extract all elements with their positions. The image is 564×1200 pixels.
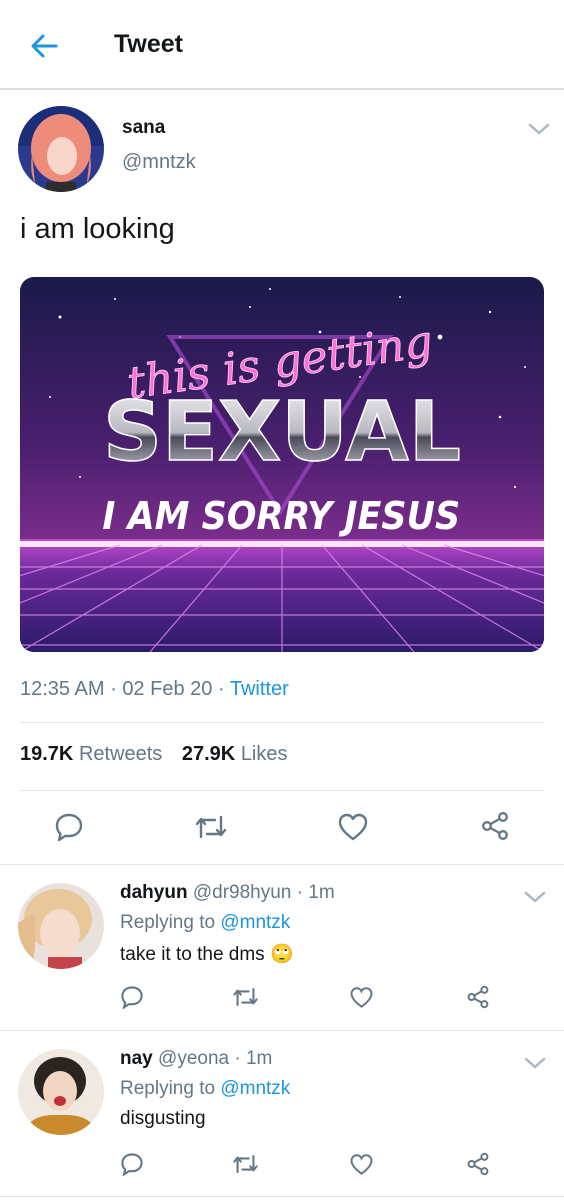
like-icon[interactable] (349, 986, 374, 1009)
reply-time: 1m (245, 1048, 273, 1069)
replying-to-handle[interactable]: @mntzk (220, 912, 290, 933)
reply-icon[interactable] (54, 812, 84, 842)
reply-author-handle[interactable]: @dr98hyun (193, 882, 292, 903)
replying-label: Replying to (120, 912, 216, 933)
reply-time: 1m (308, 882, 335, 903)
retweet-icon[interactable] (232, 985, 259, 1009)
likes-label: Likes (240, 743, 288, 765)
replying-to: Replying to @mntzk (120, 1078, 290, 1100)
retweet-icon[interactable] (232, 1152, 259, 1176)
reply-header: dahyun @dr98hyun · 1m (120, 882, 335, 904)
chevron-down-icon[interactable] (524, 1056, 546, 1070)
tweet-date: 02 Feb 20 (122, 678, 213, 700)
chevron-down-icon[interactable] (524, 890, 546, 904)
like-icon[interactable] (337, 812, 369, 842)
tweet-stats: 19.7K Retweets 27.9K Likes (20, 743, 288, 766)
divider (0, 864, 564, 865)
tweet-timestamp: 12:35 AM · 02 Feb 20 · Twitter (20, 678, 289, 701)
image-line2: SEXUAL (103, 385, 461, 480)
retweets-count: 19.7K (20, 743, 74, 765)
author-handle[interactable]: @mntzk (122, 151, 196, 174)
reply-avatar[interactable] (18, 1049, 104, 1135)
reply-avatar[interactable] (18, 883, 104, 969)
replying-label: Replying to (120, 1078, 216, 1099)
reply-header: nay @yeona · 1m (120, 1048, 272, 1070)
reply-icon[interactable] (120, 985, 144, 1009)
retweets-stat[interactable]: 19.7K Retweets (20, 743, 162, 765)
reply-author-name[interactable]: nay (120, 1048, 153, 1069)
replying-to-handle[interactable]: @mntzk (220, 1078, 290, 1099)
reply-icon[interactable] (120, 1152, 144, 1176)
tweet-source[interactable]: Twitter (230, 678, 289, 700)
author-avatar[interactable] (18, 106, 104, 192)
reply-author-handle[interactable]: @yeona (158, 1048, 229, 1069)
top-bar: Tweet (0, 0, 564, 90)
share-icon[interactable] (466, 985, 490, 1009)
like-icon[interactable] (349, 1153, 374, 1176)
tweet-time: 12:35 AM (20, 678, 105, 700)
reply-text: disgusting (120, 1108, 206, 1129)
retweets-label: Retweets (78, 743, 163, 765)
reply-text: take it to the dms (120, 944, 265, 965)
reply-text-row: take it to the dms 🙄 (120, 942, 294, 966)
replying-to: Replying to @mntzk (120, 912, 290, 934)
retweet-icon[interactable] (194, 812, 228, 842)
tweet-image[interactable]: this is getting SEXUAL I AM SORRY JESUS (20, 277, 544, 652)
chevron-down-icon[interactable] (528, 122, 550, 136)
back-arrow-icon[interactable] (28, 30, 60, 62)
share-icon[interactable] (466, 1152, 490, 1176)
divider (0, 1196, 564, 1197)
divider (20, 722, 544, 723)
separator: · (110, 678, 117, 700)
tweet-text: i am looking (20, 213, 175, 245)
separator: · (234, 1048, 241, 1069)
likes-stat[interactable]: 27.9K Likes (182, 743, 288, 765)
author-name[interactable]: sana (122, 117, 165, 139)
image-line3: I AM SORRY JESUS (102, 494, 460, 539)
share-icon[interactable] (480, 811, 510, 841)
divider (0, 1030, 564, 1031)
eye-roll-emoji-icon: 🙄 (269, 944, 294, 965)
page-title: Tweet (114, 30, 183, 58)
likes-count: 27.9K (181, 743, 236, 765)
divider (20, 790, 544, 791)
separator: · (296, 882, 303, 903)
reply-author-name[interactable]: dahyun (120, 882, 188, 903)
separator: · (217, 678, 225, 700)
